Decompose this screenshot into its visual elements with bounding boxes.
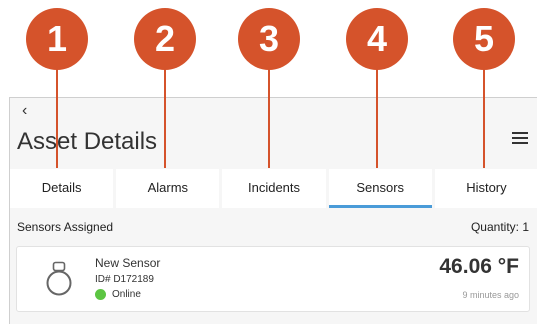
temperature-reading: 46.06 °F (439, 255, 519, 278)
sensors-assigned-row: Sensors Assigned Quantity: 1 (10, 220, 537, 240)
header: ‹ Asset Details (10, 98, 537, 164)
last-updated: 9 minutes ago (462, 290, 519, 300)
sensor-quantity: Quantity: 1 (470, 220, 529, 234)
page-title: Asset Details (17, 128, 158, 155)
section-title: Sensors Assigned (17, 220, 114, 234)
tab-alarms[interactable]: Alarms (116, 169, 220, 208)
sensor-ring-icon (46, 261, 72, 296)
sensor-name: New Sensor (95, 256, 161, 270)
tab-incidents[interactable]: Incidents (222, 169, 326, 208)
callout-badge-1: 1 (26, 8, 88, 70)
sensor-id: ID# D172189 (95, 274, 154, 285)
asset-details-screen: ‹ Asset Details Details Alarms Incidents… (9, 97, 537, 324)
tab-history[interactable]: History (434, 169, 537, 208)
callout-badge-5: 5 (453, 8, 515, 70)
chevron-left-icon[interactable]: ‹ (22, 102, 27, 120)
callout-badge-3: 3 (238, 8, 300, 70)
sensor-card[interactable]: New Sensor ID# D172189 Online 46.06 °F 9… (16, 246, 530, 312)
callout-badge-4: 4 (346, 8, 408, 70)
status-label: Online (112, 289, 141, 300)
status-dot-icon (95, 289, 106, 300)
status-indicator: Online (95, 289, 141, 300)
tab-details[interactable]: Details (10, 169, 114, 208)
hamburger-menu-icon[interactable] (512, 132, 528, 146)
tab-bar: Details Alarms Incidents Sensors History (10, 169, 537, 208)
callout-badge-2: 2 (134, 8, 196, 70)
tab-sensors[interactable]: Sensors (328, 169, 432, 208)
